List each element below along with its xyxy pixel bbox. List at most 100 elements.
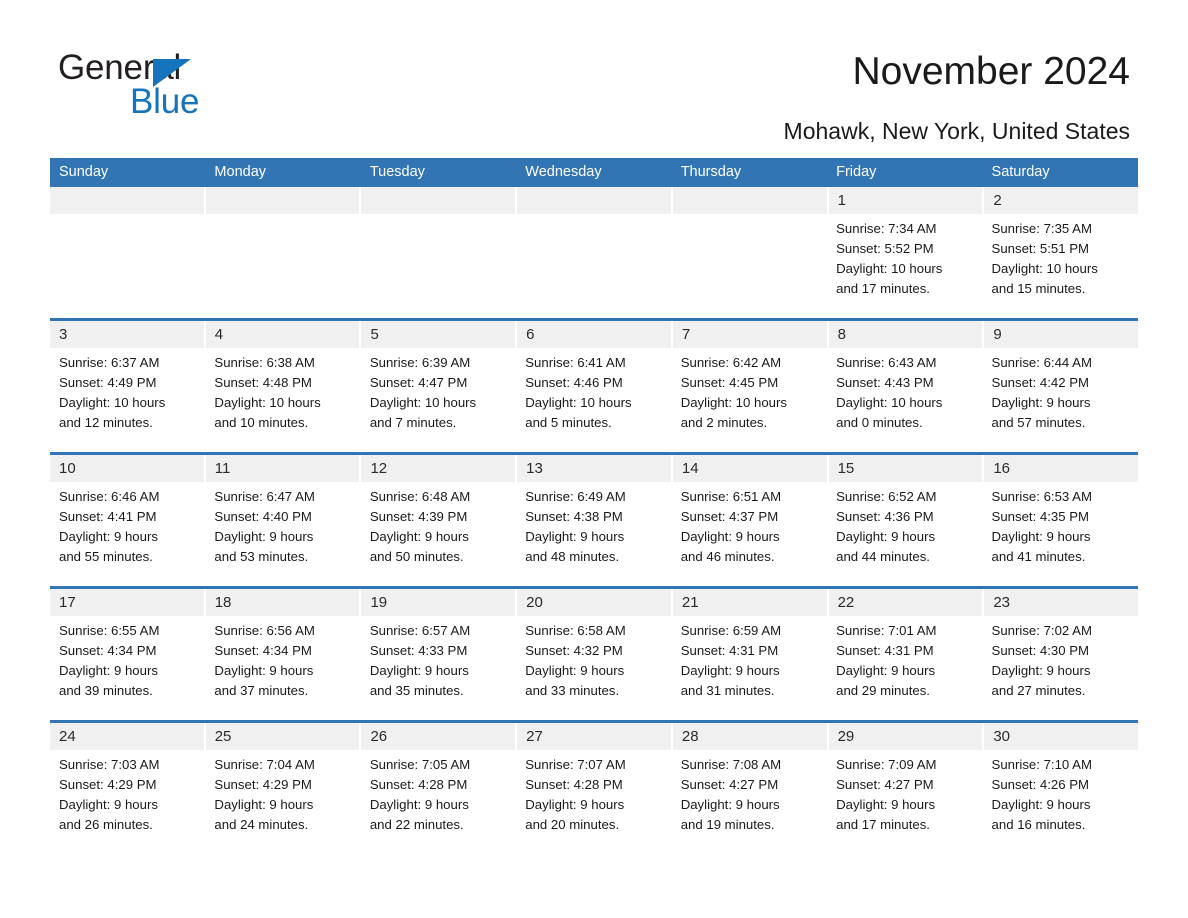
day-sunrise-text: Sunrise: 6:57 AM (369, 623, 471, 638)
day-details: Sunrise: 7:03 AM Sunset: 4:29 PM Daylight:… (50, 750, 205, 854)
day-number[interactable]: 10 (50, 455, 206, 482)
day-daylight-1-text: Daylight: 9 hours (991, 797, 1091, 812)
day-details: Sunrise: 6:47 AM Sunset: 4:40 PM Daylight:… (205, 482, 360, 586)
day-daylight-2-text: and 10 minutes. (214, 415, 309, 430)
day-number[interactable]: 1 (828, 187, 985, 214)
day-daylight-2-text: and 0 minutes. (836, 415, 923, 430)
day-sunrise-text: Sunrise: 6:52 AM (836, 489, 937, 504)
day-number[interactable]: 30 (984, 723, 1139, 750)
day-sunset-text: Sunset: 4:27 PM (680, 777, 779, 792)
day-daylight-2-text: and 55 minutes. (59, 549, 153, 564)
day-number[interactable]: 27 (517, 723, 673, 750)
week-detail-band: Sunrise: 6:55 AM Sunset: 4:34 PM Daylight:… (50, 616, 1138, 720)
day-sunrise-text: Sunrise: 6:49 AM (525, 489, 626, 504)
day-sunrise-text: Sunrise: 6:55 AM (59, 623, 160, 638)
week-date-band: 12 (50, 187, 1139, 214)
day-sunrise-text: Sunrise: 6:39 AM (369, 355, 471, 370)
day-sunrise-text: Sunrise: 6:44 AM (991, 355, 1092, 370)
day-sunset-text: Sunset: 4:46 PM (525, 375, 623, 390)
day-details: Sunrise: 7:02 AM Sunset: 4:30 PM Daylight:… (983, 616, 1138, 720)
day-number-empty (517, 187, 673, 214)
day-number[interactable]: 4 (205, 321, 362, 348)
day-number-empty (361, 187, 518, 214)
day-sunset-text: Sunset: 4:41 PM (59, 509, 157, 524)
day-number[interactable]: 14 (672, 455, 829, 482)
day-daylight-1-text: Daylight: 9 hours (836, 797, 936, 812)
day-number[interactable]: 3 (50, 321, 206, 348)
calendar-week-row: 10 11 12 13 14 15 16 Sunrise: 6:46 AM Sunset: 4:… (50, 455, 1139, 589)
day-sunrise-text: Sunrise: 6:56 AM (214, 623, 315, 638)
day-number[interactable]: 21 (672, 589, 829, 616)
day-number[interactable]: 19 (361, 589, 518, 616)
day-daylight-2-text: and 48 minutes. (525, 549, 620, 564)
day-number[interactable]: 7 (672, 321, 829, 348)
day-number[interactable]: 17 (50, 589, 206, 616)
day-details-empty (205, 214, 360, 318)
weekday-header-friday: Friday (836, 164, 877, 180)
weekday-header-sunday: Sunday (59, 164, 109, 180)
day-daylight-2-text: and 50 minutes. (369, 549, 464, 564)
day-sunrise-text: Sunrise: 6:41 AM (525, 355, 626, 370)
day-sunset-text: Sunset: 4:43 PM (836, 375, 934, 390)
day-number[interactable]: 9 (984, 321, 1139, 348)
day-number[interactable]: 22 (828, 589, 985, 616)
day-number[interactable]: 11 (205, 455, 362, 482)
day-daylight-1-text: Daylight: 9 hours (991, 663, 1091, 678)
calendar-grid: Sunday Monday Tuesday Wednesday Thursday Frid… (50, 158, 1139, 854)
day-sunset-text: Sunset: 5:51 PM (991, 241, 1090, 256)
day-sunset-text: Sunset: 4:33 PM (369, 643, 468, 658)
generalblue-logo[interactable]: General Blue (58, 48, 358, 124)
day-number[interactable]: 15 (828, 455, 985, 482)
day-number[interactable]: 5 (361, 321, 518, 348)
day-daylight-2-text: and 12 minutes. (59, 415, 153, 430)
week-detail-band: Sunrise: 6:46 AM Sunset: 4:41 PM Daylight:… (50, 482, 1138, 586)
day-details: Sunrise: 6:52 AM Sunset: 4:36 PM Daylight:… (827, 482, 982, 586)
day-number[interactable]: 2 (984, 187, 1139, 214)
day-daylight-1-text: Daylight: 9 hours (214, 529, 314, 544)
day-details: Sunrise: 7:09 AM Sunset: 4:27 PM Daylight:… (827, 750, 982, 854)
day-number[interactable]: 25 (205, 723, 362, 750)
week-detail-band: Sunrise: 6:37 AM Sunset: 4:49 PM Daylight:… (50, 348, 1138, 452)
day-daylight-2-text: and 20 minutes. (525, 817, 620, 832)
week-date-band: 3456789 (50, 321, 1139, 348)
day-details: Sunrise: 6:39 AM Sunset: 4:47 PM Daylight:… (361, 348, 516, 452)
day-details: Sunrise: 7:01 AM Sunset: 4:31 PM Daylight:… (827, 616, 982, 720)
day-daylight-2-text: and 57 minutes. (991, 415, 1086, 430)
day-number[interactable]: 8 (828, 321, 985, 348)
weekday-header-thursday: Thursday (680, 164, 742, 180)
day-sunrise-text: Sunrise: 6:43 AM (836, 355, 937, 370)
day-sunset-text: Sunset: 4:31 PM (680, 643, 779, 658)
day-number[interactable]: 13 (517, 455, 673, 482)
day-number[interactable]: 24 (50, 723, 206, 750)
weekday-header-monday: Monday (214, 164, 267, 180)
day-number[interactable]: 28 (672, 723, 829, 750)
day-sunset-text: Sunset: 4:42 PM (991, 375, 1090, 390)
week-date-band: 10 11 12 13 14 15 16 (50, 455, 1139, 482)
day-daylight-2-text: and 39 minutes. (59, 683, 153, 698)
day-details: Sunrise: 6:57 AM Sunset: 4:33 PM Daylight:… (361, 616, 516, 720)
day-daylight-2-text: and 7 minutes. (369, 415, 457, 430)
day-sunset-text: Sunset: 5:52 PM (836, 241, 934, 256)
day-details: Sunrise: 6:38 AM Sunset: 4:48 PM Daylight:… (205, 348, 360, 452)
day-number[interactable]: 23 (984, 589, 1139, 616)
day-details: Sunrise: 6:58 AM Sunset: 4:32 PM Daylight:… (516, 616, 671, 720)
day-number[interactable]: 29 (828, 723, 985, 750)
day-daylight-1-text: Daylight: 9 hours (369, 797, 469, 812)
day-number[interactable]: 6 (517, 321, 673, 348)
day-daylight-2-text: and 37 minutes. (214, 683, 309, 698)
day-number[interactable]: 18 (205, 589, 362, 616)
day-number[interactable]: 12 (361, 455, 518, 482)
day-number[interactable]: 20 (517, 589, 673, 616)
day-daylight-1-text: Daylight: 9 hours (680, 797, 780, 812)
day-sunrise-text: Sunrise: 6:46 AM (59, 489, 160, 504)
day-number[interactable]: 16 (984, 455, 1139, 482)
day-daylight-1-text: Daylight: 9 hours (836, 663, 936, 678)
day-number[interactable]: 26 (361, 723, 518, 750)
day-details: Sunrise: 6:44 AM Sunset: 4:42 PM Daylight:… (983, 348, 1138, 452)
week-date-band: 17 18 19 20 21 22 23 (50, 589, 1139, 616)
day-number-empty (672, 187, 829, 214)
day-details: Sunrise: 6:55 AM Sunset: 4:34 PM Daylight:… (50, 616, 205, 720)
day-details: Sunrise: 6:41 AM Sunset: 4:46 PM Daylight:… (516, 348, 671, 452)
day-details: Sunrise: 6:46 AM Sunset: 4:41 PM Daylight:… (50, 482, 205, 586)
day-details: Sunrise: 6:51 AM Sunset: 4:37 PM Daylight:… (672, 482, 827, 586)
